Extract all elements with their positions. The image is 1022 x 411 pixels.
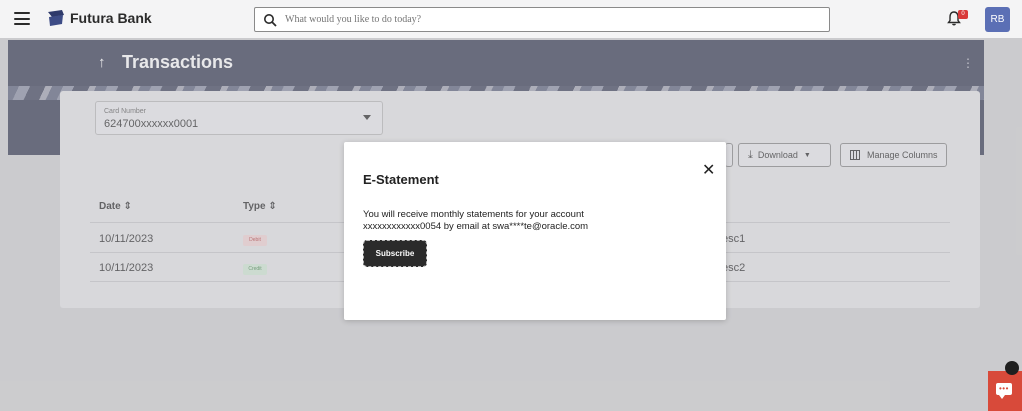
chat-icon: ••• <box>996 383 1012 399</box>
chat-button[interactable]: ••• <box>988 371 1022 411</box>
search-input[interactable] <box>285 14 825 25</box>
modal-title: E-Statement <box>363 172 439 187</box>
search-icon <box>264 13 277 27</box>
bank-logo-icon <box>48 10 64 26</box>
close-icon[interactable]: ✕ <box>702 160 715 180</box>
search-bar[interactable] <box>254 7 830 32</box>
modal-message: You will receive monthly statements for … <box>363 209 589 232</box>
chat-badge <box>1005 361 1019 375</box>
e-statement-modal: ✕ E-Statement You will receive monthly s… <box>344 142 726 320</box>
menu-icon[interactable] <box>14 12 30 25</box>
top-header: Futura Bank 0 RB <box>0 0 1022 38</box>
brand-name[interactable]: Futura Bank <box>70 10 152 26</box>
notification-badge: 0 <box>958 10 968 19</box>
user-avatar[interactable]: RB <box>985 7 1010 32</box>
subscribe-button[interactable]: Subscribe <box>363 240 427 267</box>
